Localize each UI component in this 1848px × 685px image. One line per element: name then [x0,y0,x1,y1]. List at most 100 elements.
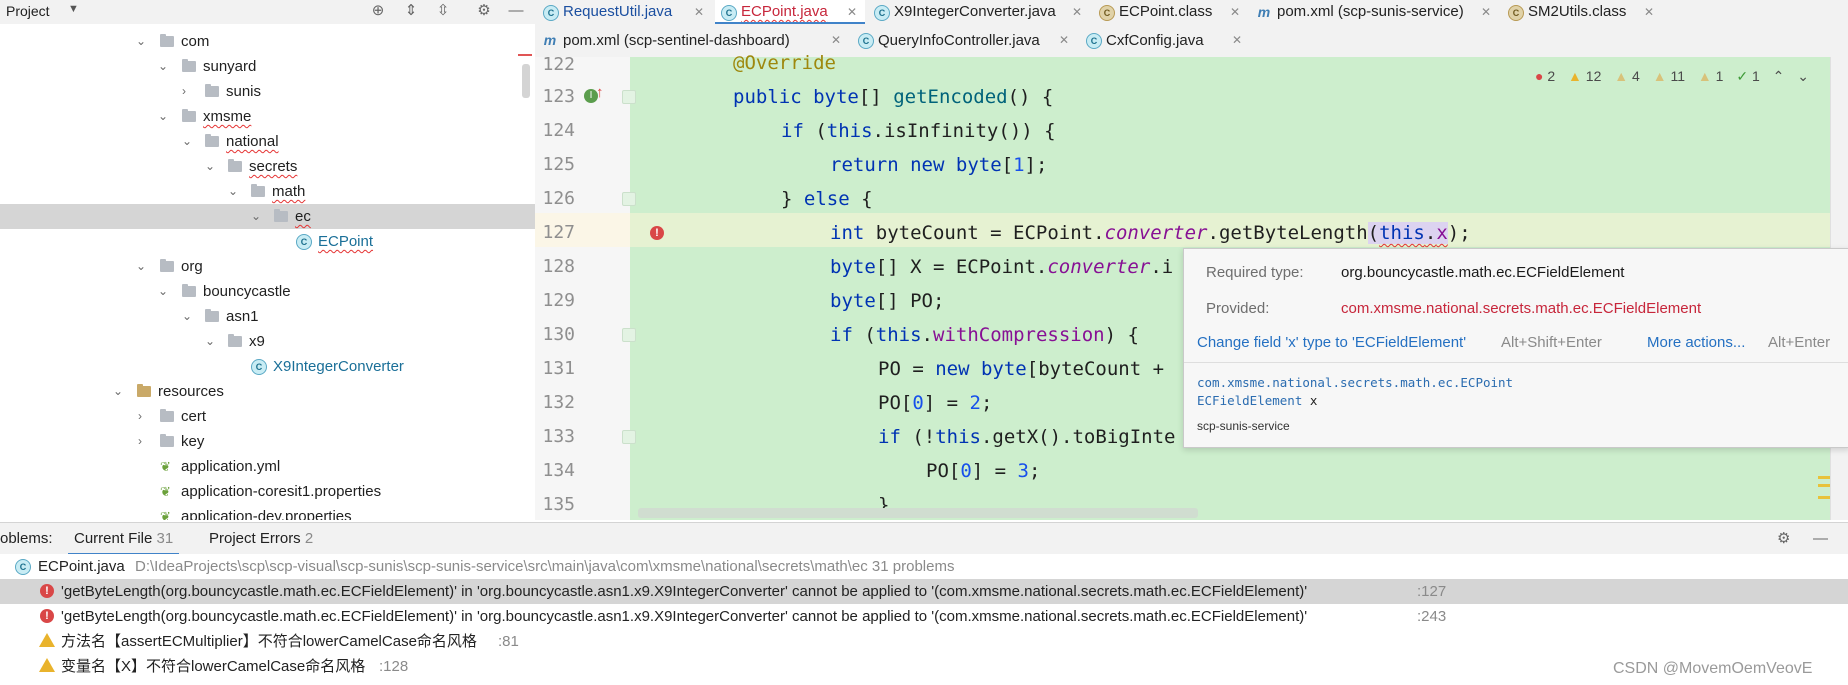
fold-icon[interactable] [622,90,636,104]
chevron-up-icon[interactable]: ⌃ [1773,68,1785,84]
tree-node-com[interactable]: ⌄ com [0,29,535,54]
chevron-down-icon[interactable]: ⌄ [158,104,170,129]
tree-node-application-dev[interactable]: ❦ application-dev.properties [0,504,535,520]
close-icon[interactable]: ✕ [694,0,704,24]
tab-x9integerconverter[interactable]: C X9IntegerConverter.java ✕ [868,0,1090,24]
chevron-down-icon[interactable]: ⌄ [136,254,148,279]
tree-node-key[interactable]: › key [0,429,535,454]
warning-stripe-mark[interactable] [1818,484,1830,487]
minimize-icon[interactable]: — [1813,523,1828,555]
tree-node-x9integerconverter[interactable]: C X9IntegerConverter [0,354,535,379]
collapse-all-icon[interactable]: ⇳ [434,2,452,20]
tree-node-sunis[interactable]: › sunis [0,79,535,104]
tree-node-ecpoint[interactable]: C ECPoint [0,229,535,254]
error-icon[interactable]: ! [650,226,664,240]
chevron-down-icon[interactable]: ⌄ [251,204,263,229]
tab-current-file[interactable]: Current File 31 [67,523,180,556]
problem-text: 'getByteLength(org.bouncycastle.math.ec.… [61,583,1308,600]
folder-icon [160,434,174,447]
arrow-up-icon[interactable]: ↑ [596,84,604,101]
problems-file-row[interactable]: C ECPoint.java D:\IdeaProjects\scp\scp-v… [0,554,1848,579]
tab-ecpoint-java[interactable]: C ECPoint.java ✕ [715,0,865,25]
inspection-typos[interactable]: ▲ 11 [1653,68,1685,84]
quick-fix-shortcut: Alt+Shift+Enter [1501,334,1602,351]
gear-icon[interactable]: ⚙ [475,2,493,20]
inspections-widget[interactable]: ● 2 ▲ 12 ▲ 4 ▲ 11 ▲ 1 ✓ 1 ⌃ ⌄ [1535,68,1818,85]
chevron-down-icon[interactable]: ⌄ [228,179,240,204]
chevron-down-icon[interactable]: ▼ [68,3,79,15]
project-view-selector[interactable]: Project [6,3,50,19]
tree-node-ec[interactable]: ⌄ ec [0,204,535,229]
tree-node-sunyard[interactable]: ⌄ sunyard [0,54,535,79]
tab-sm2utils[interactable]: C SM2Utils.class ✕ [1502,0,1662,24]
chevron-down-icon[interactable]: ⌄ [182,129,194,154]
close-icon[interactable]: ✕ [1230,0,1240,24]
tree-node-bouncycastle[interactable]: ⌄ bouncycastle [0,279,535,304]
fold-icon[interactable] [622,430,636,444]
problem-item[interactable]: ! 'getByteLength(org.bouncycastle.math.e… [0,604,1848,629]
minimize-icon[interactable]: — [507,2,525,20]
inspection-info[interactable]: ▲ 1 [1698,68,1724,84]
inspection-weak-warnings[interactable]: ▲ 4 [1614,68,1640,84]
gear-icon[interactable]: ⚙ [1777,523,1790,555]
tab-queryinfocontroller[interactable]: C QueryInfoController.java ✕ [852,24,1077,57]
tab-pom-sunis[interactable]: m pom.xml (scp-sunis-service) ✕ [1251,0,1499,24]
chevron-right-icon[interactable]: › [138,404,150,429]
tree-node-application-yml[interactable]: ❦ application.yml [0,454,535,479]
inspection-errors[interactable]: ● 2 [1535,68,1555,84]
close-icon[interactable]: ✕ [1072,0,1082,24]
close-icon[interactable]: ✕ [1644,0,1654,24]
provided-type-label: Provided: [1206,300,1270,317]
code-line-125: return new byte[1]; [830,154,1047,176]
quick-fix-link[interactable]: Change field 'x' type to 'ECFieldElement… [1197,334,1466,351]
tab-requestutil[interactable]: C RequestUtil.java ✕ [537,0,712,24]
close-icon[interactable]: ✕ [1232,24,1242,57]
declaration-class[interactable]: com.xmsme.national.secrets.math.ec.ECPoi… [1197,375,1513,390]
fold-icon[interactable] [622,192,636,206]
code-text: .getByteLength [1207,222,1368,244]
more-actions-link[interactable]: More actions... [1647,334,1745,351]
locate-file-icon[interactable]: ⊕ [369,2,387,20]
close-icon[interactable]: ✕ [847,0,857,24]
tab-ecpoint-class[interactable]: C ECPoint.class ✕ [1093,0,1248,24]
close-icon[interactable]: ✕ [1059,24,1069,57]
error-range[interactable]: (this.x [1367,222,1448,244]
tab-project-errors[interactable]: Project Errors 2 [209,523,313,555]
chevron-down-icon[interactable]: ⌄ [205,154,217,179]
tree-node-resources[interactable]: ⌄ resources [0,379,535,404]
inspection-warnings[interactable]: ▲ 12 [1568,68,1601,84]
warning-stripe-mark[interactable] [1818,496,1830,499]
chevron-down-icon[interactable]: ⌄ [205,329,217,354]
declaration-type[interactable]: ECFieldElement [1197,393,1302,408]
problem-item[interactable]: ! 'getByteLength(org.bouncycastle.math.e… [0,579,1848,604]
chevron-down-icon[interactable]: ⌄ [136,29,148,54]
chevron-right-icon[interactable]: › [138,429,150,454]
tree-node-math[interactable]: ⌄ math [0,179,535,204]
tree-node-national[interactable]: ⌄ national [0,129,535,154]
chevron-down-icon[interactable]: ⌄ [182,304,194,329]
problem-item[interactable]: 变量名【X】不符合lowerCamelCase命名风格 :128 [0,654,1848,679]
close-icon[interactable]: ✕ [1481,0,1491,24]
chevron-down-icon[interactable]: ⌄ [158,279,170,304]
chevron-down-icon[interactable]: ⌄ [1797,68,1809,84]
warning-stripe-mark[interactable] [1818,476,1830,479]
tab-cxfconfig[interactable]: C CxfConfig.java ✕ [1080,24,1250,57]
chevron-right-icon[interactable]: › [182,79,194,104]
tree-node-application-coresit1[interactable]: ❦ application-coresit1.properties [0,479,535,504]
tooltip-divider [1184,362,1848,363]
tree-node-cert[interactable]: › cert [0,404,535,429]
fold-icon[interactable] [622,328,636,342]
inspection-ok[interactable]: ✓ 1 [1736,68,1759,84]
tree-node-secrets[interactable]: ⌄ secrets [0,154,535,179]
horizontal-scrollbar[interactable] [638,508,1198,518]
tab-label: Current File [74,530,153,547]
problem-item[interactable]: 方法名【assertECMultiplier】不符合lowerCamelCase… [0,629,1848,654]
tree-node-x9[interactable]: ⌄ x9 [0,329,535,354]
tree-node-org[interactable]: ⌄ org [0,254,535,279]
expand-all-icon[interactable]: ⇕ [402,2,420,20]
number-literal: 2 [969,392,981,414]
chevron-down-icon[interactable]: ⌄ [113,379,125,404]
tree-node-asn1[interactable]: ⌄ asn1 [0,304,535,329]
chevron-down-icon[interactable]: ⌄ [158,54,170,79]
tree-node-xmsme[interactable]: ⌄ xmsme [0,104,535,129]
